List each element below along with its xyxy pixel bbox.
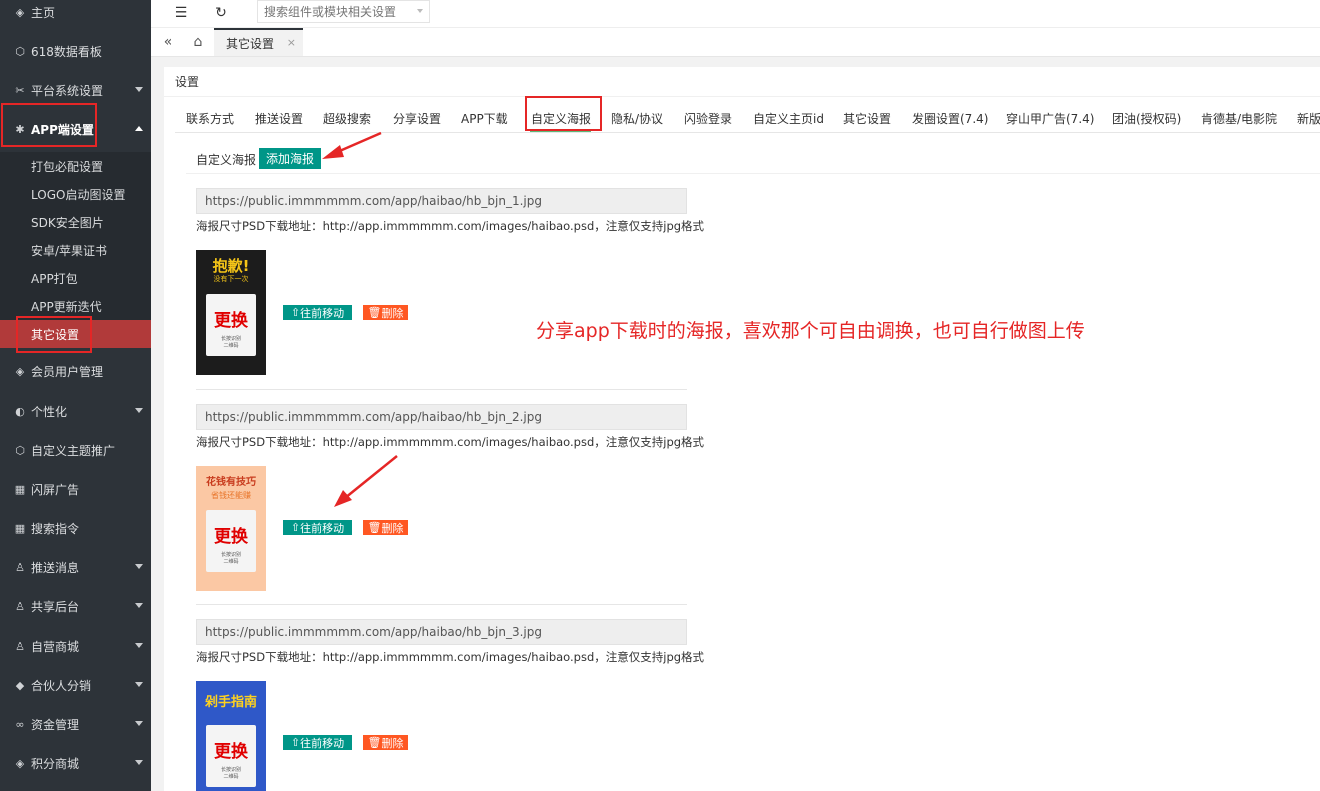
annotation-arrow xyxy=(322,131,382,159)
annotation-arrows xyxy=(322,131,398,507)
annotation-arrow xyxy=(334,455,398,507)
